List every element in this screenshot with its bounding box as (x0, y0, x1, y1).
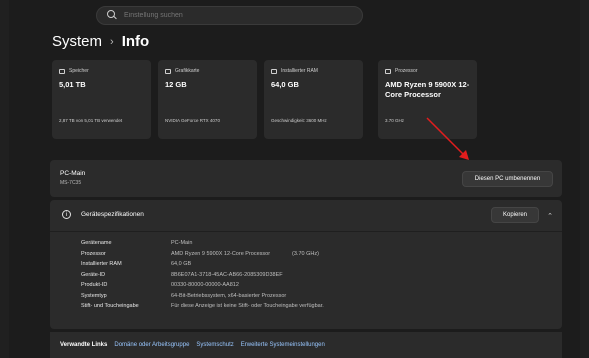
related-links-bar: Verwandte Links Domäne oder Arbeitsgrupp… (50, 332, 562, 358)
spec-value: 64-Bit-Betriebssystem, x64-basierter Pro… (171, 292, 287, 299)
spec-row: Installierter RAM 64,0 GB (81, 259, 324, 270)
spec-key: Geräte-ID (81, 271, 106, 278)
spec-key: Prozessor (81, 250, 106, 257)
related-links-label: Verwandte Links (60, 342, 108, 348)
spec-value: 00330-80000-00000-AA812 (171, 282, 239, 289)
spec-key: Systemtyp (81, 292, 107, 299)
spec-value: Für diese Anzeige ist keine Stift- oder … (171, 303, 324, 310)
device-specs-title: Gerätespezifikationen (81, 211, 144, 218)
spec-key: Stift- und Toucheingabe (81, 303, 139, 310)
link-domain-workgroup[interactable]: Domäne oder Arbeitsgruppe (114, 342, 189, 348)
spec-row: Gerätename PC-Main (81, 238, 324, 249)
spec-value: PC-Main (171, 240, 193, 247)
spec-row: Stift- und Toucheingabe Für diese Anzeige… (81, 301, 324, 312)
spec-value: 8B6E07A1-3718-45AC-AB66-2085309D38EF (171, 271, 283, 278)
divider (50, 231, 562, 232)
spec-row: Produkt-ID 00330-80000-00000-AA812 (81, 280, 324, 291)
spec-key: Gerätename (81, 240, 112, 247)
link-advanced-settings[interactable]: Erweiterte Systemeinstellungen (241, 342, 325, 348)
spec-row: Prozessor AMD Ryzen 9 5900X 12-Core Proce… (81, 249, 324, 260)
annotation-arrow-line (426, 117, 466, 157)
link-system-protection[interactable]: Systemschutz (196, 342, 233, 348)
spec-extra: (3.70 GHz) (292, 250, 319, 257)
spec-key: Produkt-ID (81, 282, 108, 289)
chevron-up-icon[interactable]: ⌃ (547, 212, 553, 220)
device-specs-header[interactable]: i Gerätespezifikationen Kopieren ⌃ (50, 200, 562, 230)
spec-value: 64,0 GB (171, 261, 192, 268)
info-icon: i (62, 210, 71, 219)
spec-row: Systemtyp 64-Bit-Betriebssystem, x64-basi… (81, 291, 324, 302)
copy-button[interactable]: Kopieren (491, 207, 539, 223)
specs-list: Gerätename PC-Main Prozessor AMD Ryzen 9 5… (81, 238, 324, 312)
spec-row: Geräte-ID 8B6E07A1-3718-45AC-AB66-2085309… (81, 270, 324, 281)
spec-value: AMD Ryzen 9 5900X 12-Core Processor (171, 250, 271, 257)
device-specs-panel: i Gerätespezifikationen Kopieren ⌃ Gerät… (50, 200, 562, 329)
spec-key: Installierter RAM (81, 261, 122, 268)
